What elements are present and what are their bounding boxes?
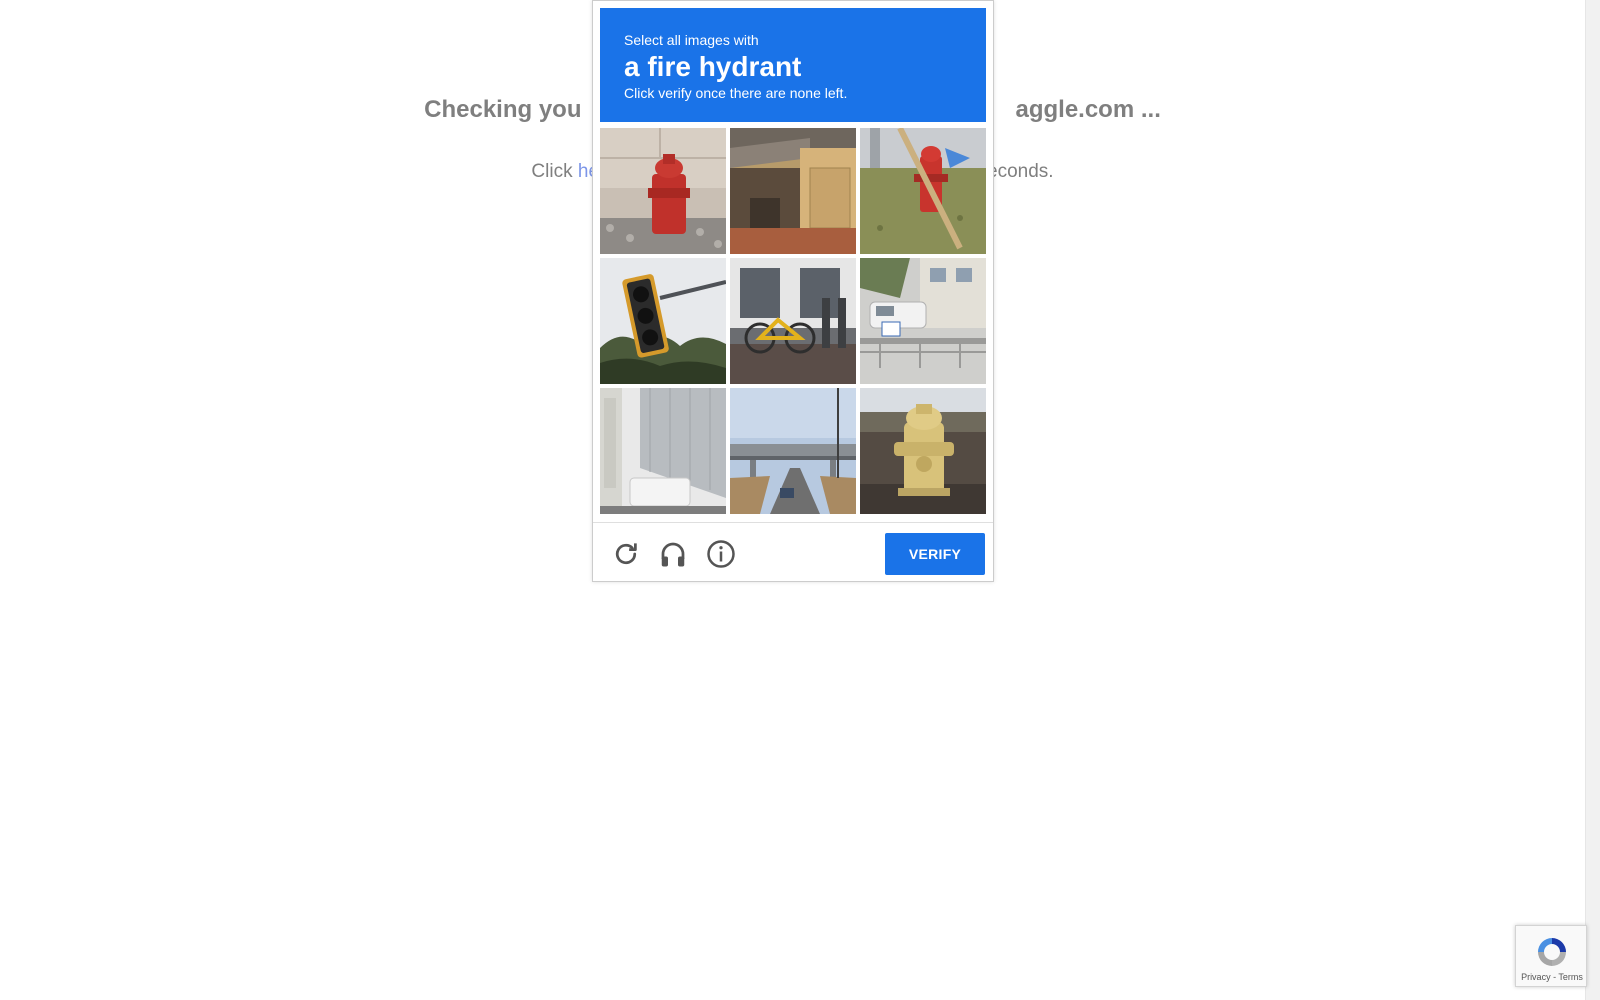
captcha-tile-6[interactable] [860, 258, 986, 384]
page-heading-right: aggle.com ... [1015, 96, 1161, 123]
captcha-hint: Click verify once there are none left. [624, 85, 848, 101]
badge-links: Privacy - Terms [1516, 972, 1588, 982]
captcha-tile-2[interactable] [730, 128, 856, 254]
captcha-tile-1[interactable] [600, 128, 726, 254]
building-image [600, 388, 726, 514]
van-image [860, 258, 986, 384]
captcha-header: Select all images with a fire hydrant Cl… [600, 8, 986, 122]
page-subtext-suffix: econds. [987, 161, 1054, 182]
captcha-tile-7[interactable] [600, 388, 726, 514]
traffic-light-image [600, 258, 726, 384]
captcha-challenge: Select all images with a fire hydrant Cl… [592, 0, 994, 582]
captcha-instruction: Select all images with [624, 32, 759, 48]
captcha-image-grid [600, 128, 988, 516]
terms-link[interactable]: Terms [1558, 972, 1583, 982]
hydrant-image [600, 128, 726, 254]
recaptcha-logo-icon [1538, 938, 1566, 966]
captcha-target: a fire hydrant [624, 51, 802, 82]
captcha-footer: VERIFY [593, 522, 993, 582]
carport-image [730, 128, 856, 254]
info-icon[interactable] [706, 539, 736, 569]
hydrant-image [860, 128, 986, 254]
recaptcha-badge: Privacy - Terms [1515, 925, 1587, 987]
page-subtext-prefix: Click [531, 161, 578, 182]
captcha-tile-3[interactable] [860, 128, 986, 254]
vertical-scrollbar[interactable] [1585, 0, 1600, 1000]
page: Checking you aggle.com ... Click he econds… [0, 0, 1600, 1000]
verify-button[interactable]: VERIFY [885, 533, 985, 575]
overpass-image [730, 388, 856, 514]
captcha-tile-4[interactable] [600, 258, 726, 384]
captcha-tile-5[interactable] [730, 258, 856, 384]
bicycle-image [730, 258, 856, 384]
captcha-tile-8[interactable] [730, 388, 856, 514]
reload-icon[interactable] [611, 539, 641, 569]
hydrant-image [860, 388, 986, 514]
privacy-link[interactable]: Privacy [1521, 972, 1551, 982]
headphones-icon[interactable] [658, 539, 688, 569]
captcha-tile-9[interactable] [860, 388, 986, 514]
page-heading-left: Checking you [424, 96, 582, 123]
